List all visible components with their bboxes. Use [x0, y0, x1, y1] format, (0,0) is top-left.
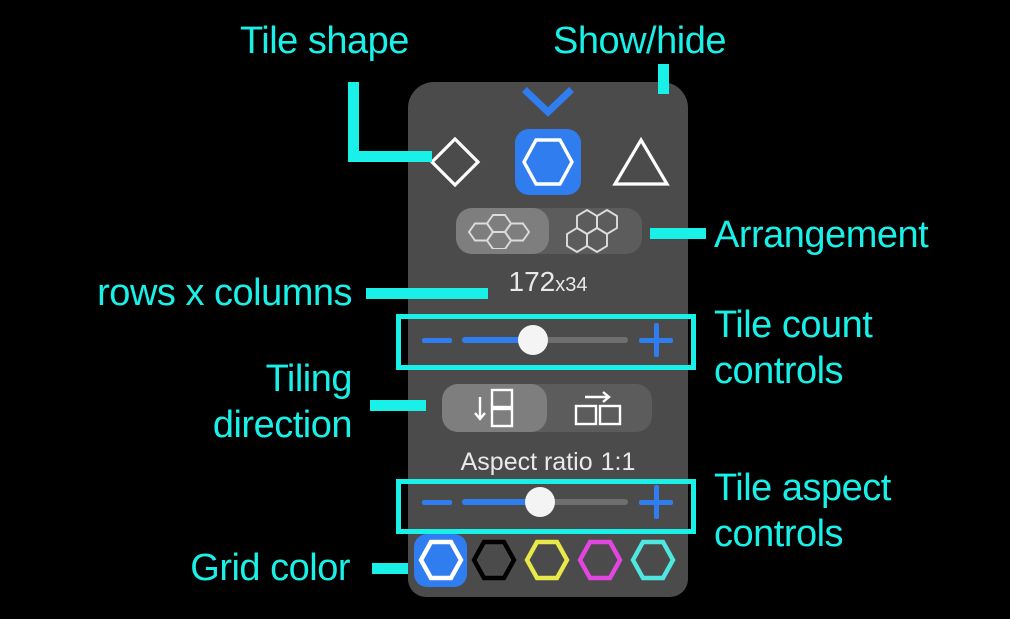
- triangle-shape-icon: [612, 136, 671, 186]
- annotation-tile-aspect-controls: Tile aspect controls: [714, 467, 891, 555]
- leader-grid-color: [372, 563, 408, 574]
- annotation-tile-count-controls: Tile count controls: [714, 304, 873, 392]
- leader-arrangement: [650, 228, 706, 239]
- leader-tile-shape-vertical: [348, 82, 359, 162]
- tile-shape-selector: [408, 118, 688, 206]
- grid-color-swatch-blue[interactable]: [414, 533, 467, 587]
- hex-cluster-pointy-icon: [565, 208, 618, 254]
- arrow-down-stacked-squares-icon: [473, 388, 513, 428]
- annotation-show-hide: Show/hide: [553, 20, 726, 62]
- leader-tile-shape-horizontal: [348, 151, 432, 162]
- leader-rows-columns: [366, 288, 488, 299]
- tile-shape-option-hexagon[interactable]: [514, 129, 581, 195]
- show-hide-toggle[interactable]: [408, 86, 688, 122]
- grid-color-swatch-yellow[interactable]: [520, 534, 573, 587]
- aspect-ratio-label-row: Aspect ratio 1:1: [408, 447, 688, 477]
- grid-color-swatch-cyan[interactable]: [626, 534, 679, 587]
- grid-color-selector: [408, 530, 688, 590]
- tiling-direction-option-horizontal[interactable]: [547, 384, 652, 432]
- tile-count-rows: 172: [508, 266, 556, 297]
- aspect-ratio-label: Aspect ratio: [460, 448, 593, 476]
- leader-show-hide: [658, 64, 669, 94]
- grid-color-swatch-magenta[interactable]: [573, 534, 626, 587]
- grid-color-swatch-black[interactable]: [467, 534, 520, 587]
- arrow-right-side-squares-icon: [574, 391, 621, 426]
- annotation-rows-columns: rows x columns: [97, 272, 352, 314]
- annotation-tile-shape: Tile shape: [240, 20, 409, 62]
- hexagon-swatch-icon: [417, 539, 464, 581]
- tile-shape-option-triangle[interactable]: [608, 129, 674, 195]
- tile-aspect-controls-highlight: [396, 479, 696, 534]
- tiling-direction-option-vertical[interactable]: [442, 384, 547, 432]
- tile-shape-option-diamond[interactable]: [422, 129, 488, 195]
- hexagon-swatch-icon: [470, 539, 517, 581]
- arrangement-option-pointy-top[interactable]: [549, 208, 642, 254]
- hexagon-swatch-icon: [629, 539, 676, 581]
- annotation-arrangement: Arrangement: [714, 214, 929, 256]
- tiling-direction-selector: [442, 384, 652, 432]
- annotation-tiling-direction: Tiling direction: [212, 358, 353, 446]
- leader-tiling-direction: [370, 400, 426, 411]
- hexagon-shape-icon: [522, 138, 574, 186]
- hexagon-swatch-icon: [576, 539, 623, 581]
- arrangement-option-flat-top[interactable]: [456, 208, 549, 254]
- diamond-shape-icon: [429, 136, 480, 188]
- tile-count-controls-highlight: [396, 314, 696, 370]
- arrangement-selector: [456, 208, 642, 254]
- hexagon-swatch-icon: [523, 539, 570, 581]
- aspect-ratio-value: 1:1: [600, 448, 636, 476]
- hex-cluster-flat-icon: [467, 214, 530, 249]
- tile-count-columns: x34: [555, 274, 588, 296]
- annotation-grid-color: Grid color: [190, 547, 350, 589]
